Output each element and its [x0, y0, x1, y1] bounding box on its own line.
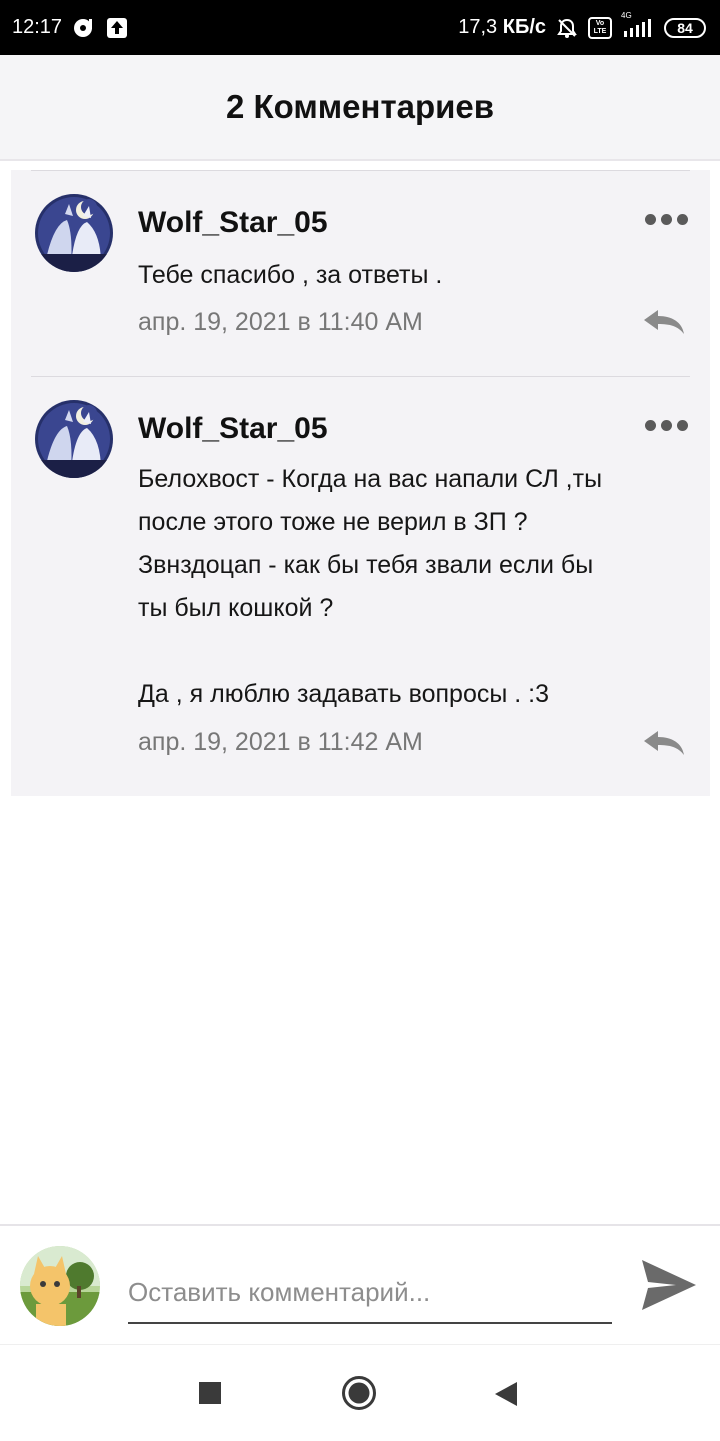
signal-icon: 4G — [621, 11, 654, 39]
send-button[interactable] — [640, 1258, 698, 1317]
comment-composer — [0, 1224, 720, 1346]
network-speed-unit: КБ/с — [502, 16, 546, 38]
volte-icon: Vo LTE — [588, 16, 612, 39]
back-button[interactable] — [493, 1380, 519, 1413]
comment-text: Тебе спасибо , за ответы . — [138, 261, 443, 289]
media-icon — [72, 16, 96, 40]
dot-icon — [677, 420, 688, 431]
reply-icon — [644, 310, 684, 334]
status-bar: 12:17 17,3 КБ/с Vo LTE 4G 84 — [0, 0, 720, 55]
bell-off-icon — [556, 17, 578, 39]
more-options-button[interactable] — [645, 214, 688, 225]
more-options-button[interactable] — [645, 420, 688, 431]
comment-time: апр. 19, 2021 в 11:40 AM — [138, 308, 423, 336]
comment-input[interactable] — [128, 1262, 612, 1324]
reply-icon — [644, 731, 684, 755]
back-triangle-icon — [495, 1382, 517, 1406]
dot-icon — [661, 420, 672, 431]
upload-icon — [106, 17, 128, 39]
comment-text: Белохвост - Когда на вас напали СЛ ,ты п… — [138, 465, 603, 708]
author-avatar[interactable] — [35, 194, 113, 272]
reply-button[interactable] — [642, 729, 686, 762]
author-avatar[interactable] — [35, 400, 113, 478]
comment-card: Wolf_Star_05 Тебе спасибо , за ответы . … — [11, 170, 710, 376]
dot-icon — [661, 214, 672, 225]
comment-author[interactable]: Wolf_Star_05 — [138, 206, 328, 240]
send-icon — [642, 1260, 696, 1310]
user-avatar[interactable] — [20, 1246, 100, 1326]
page-title: 2 Комментариев — [225, 88, 495, 125]
navigation-bar — [0, 1344, 720, 1441]
dot-icon — [645, 420, 656, 431]
comment-time: апр. 19, 2021 в 11:42 AM — [138, 728, 423, 756]
status-bar-right: 17,3 КБ/с Vo LTE 4G 84 — [458, 11, 706, 39]
divider — [31, 170, 690, 171]
network-speed-value: 17,3 — [458, 16, 498, 38]
dot-icon — [645, 214, 656, 225]
status-bar-left: 12:17 — [12, 16, 128, 40]
battery-icon: 84 — [664, 17, 706, 38]
divider — [31, 376, 690, 377]
status-time: 12:17 — [12, 16, 63, 38]
recents-button[interactable] — [198, 1381, 222, 1410]
dot-icon — [677, 214, 688, 225]
reply-button[interactable] — [642, 308, 686, 341]
square-icon — [199, 1382, 221, 1404]
home-button[interactable] — [341, 1375, 377, 1416]
header: 2 Комментариев — [0, 55, 720, 161]
home-circle-icon — [342, 1376, 376, 1410]
comment-card: Wolf_Star_05 Белохвост - Когда на вас на… — [11, 376, 710, 796]
comment-author[interactable]: Wolf_Star_05 — [138, 412, 328, 446]
